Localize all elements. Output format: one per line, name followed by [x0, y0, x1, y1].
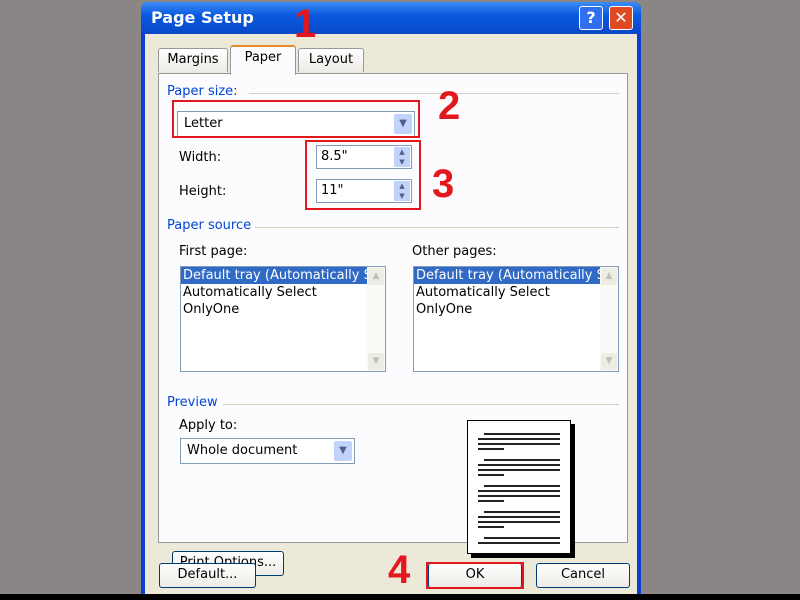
preview-text-line [478, 490, 560, 492]
annotation-box-3 [305, 140, 421, 210]
tab-margins[interactable]: Margins [158, 48, 228, 72]
list-item[interactable]: OnlyOne [414, 301, 600, 318]
preview-text-line [478, 542, 560, 544]
width-label: Width: [179, 150, 222, 165]
preview-text-line [478, 443, 560, 445]
help-button[interactable]: ? [579, 6, 603, 30]
other-pages-list[interactable]: Default tray (Automatically Select) Auto… [413, 266, 619, 372]
scrollbar[interactable]: ▲ ▼ [600, 267, 618, 371]
preview-text-line [478, 464, 560, 466]
list-item[interactable]: OnlyOne [181, 301, 367, 318]
window-title: Page Setup [151, 8, 254, 27]
apply-to-value: Whole document [187, 443, 298, 458]
preview-text-line [478, 495, 560, 497]
annotation-box-4 [426, 562, 524, 589]
cancel-button[interactable]: Cancel [536, 563, 630, 588]
bottom-edge [0, 594, 800, 600]
divider [249, 93, 619, 94]
list-item[interactable]: Automatically Select [181, 284, 367, 301]
annotation-2: 2 [438, 84, 461, 128]
first-page-label: First page: [179, 244, 248, 259]
scroll-up-icon[interactable]: ▲ [368, 268, 384, 285]
page-setup-dialog: Page Setup ? ✕ Margins Paper Layout Pape… [141, 2, 641, 594]
preview-text-line [478, 469, 560, 471]
preview-text-line [478, 448, 504, 450]
list-item[interactable]: Default tray (Automatically Select) [414, 267, 600, 284]
preview-text-line [484, 511, 560, 513]
apply-to-label: Apply to: [179, 418, 238, 433]
divider [255, 227, 619, 228]
scroll-up-icon[interactable]: ▲ [601, 268, 617, 285]
tab-layout[interactable]: Layout [298, 48, 364, 72]
scrollbar[interactable]: ▲ ▼ [367, 267, 385, 371]
paper-size-label: Paper size: [167, 84, 238, 99]
preview-text-line [478, 516, 560, 518]
preview-text-line [484, 537, 560, 539]
scroll-down-icon[interactable]: ▼ [601, 353, 617, 370]
paper-source-label: Paper source [167, 218, 252, 233]
divider [223, 404, 619, 405]
scroll-down-icon[interactable]: ▼ [368, 353, 384, 370]
list-item[interactable]: Automatically Select [414, 284, 600, 301]
annotation-1: 1 [294, 2, 317, 46]
other-pages-label: Other pages: [412, 244, 497, 259]
annotation-3: 3 [432, 162, 455, 206]
preview-label: Preview [167, 395, 218, 410]
title-bar: Page Setup ? ✕ [141, 2, 641, 34]
chevron-down-icon: ▼ [334, 441, 352, 461]
page-preview [467, 420, 571, 554]
tab-paper[interactable]: Paper [230, 45, 296, 75]
list-item[interactable]: Default tray (Automatically Select) [181, 267, 367, 284]
preview-text-line [478, 438, 560, 440]
apply-to-select[interactable]: Whole document ▼ [180, 438, 355, 464]
preview-text-line [484, 485, 560, 487]
default-button[interactable]: Default... [159, 563, 256, 588]
annotation-box-2 [172, 100, 420, 138]
height-label: Height: [179, 184, 227, 199]
close-button[interactable]: ✕ [609, 6, 633, 30]
preview-text-line [478, 474, 504, 476]
preview-text-line [484, 433, 560, 435]
preview-text-line [478, 521, 560, 523]
annotation-4: 4 [388, 548, 411, 592]
preview-text-line [484, 459, 560, 461]
preview-text-line [478, 500, 504, 502]
first-page-list[interactable]: Default tray (Automatically Select) Auto… [180, 266, 386, 372]
preview-text-line [478, 526, 504, 528]
